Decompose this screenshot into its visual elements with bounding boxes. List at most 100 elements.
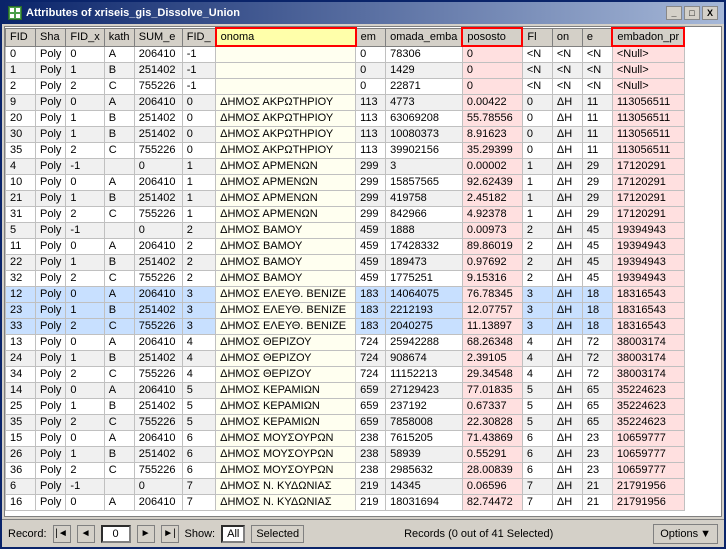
table-row[interactable]: 35Poly2C7552265ΔΗΜΟΣ ΚΕΡΑΜΙΩΝ65978580082… [6,414,685,430]
table-row[interactable]: 14Poly0A2064105ΔΗΜΟΣ ΚΕΡΑΜΙΩΝ65927129423… [6,382,685,398]
table-row[interactable]: 35Poly2C7552260ΔΗΜΟΣ ΑΚΡΩΤΗΡΙΟΥ113399021… [6,142,685,158]
table-row[interactable]: 33Poly2C7552263ΔΗΜΟΣ ΕΛΕΥΘ. ΒΕΝΙΖΕ183204… [6,318,685,334]
table-row[interactable]: 16Poly0A2064107ΔΗΜΟΣ Ν. ΚΥΔΩΝΙΑΣ21918031… [6,494,685,510]
table-cell: A [104,46,134,62]
table-cell: 3 [386,158,463,174]
table-row[interactable]: 2Poly2C755226-10228710<N<N<N<Null> [6,78,685,94]
col-header-embadon[interactable]: embadon_pr [612,28,684,46]
col-header-pososto[interactable]: pososto [462,28,522,46]
table-cell: A [104,286,134,302]
col-header-on[interactable]: on [552,28,582,46]
table-cell: 299 [356,174,386,190]
table-row[interactable]: 13Poly0A2064104ΔΗΜΟΣ ΘΕΡΙΖΟΥ724259422886… [6,334,685,350]
show-all-button[interactable]: All [221,525,245,543]
table-cell: 755226 [134,142,182,158]
table-row[interactable]: 12Poly0A2064103ΔΗΜΟΣ ΕΛΕΥΘ. ΒΕΝΙΖΕ183140… [6,286,685,302]
table-cell: A [104,382,134,398]
nav-last-button[interactable]: ►| [161,525,179,543]
close-button[interactable]: X [702,6,718,20]
table-cell: 58939 [386,446,463,462]
table-cell: 755226 [134,78,182,94]
table-cell: <N [552,62,582,78]
table-cell: 23 [582,462,612,478]
table-row[interactable]: 5Poly-102ΔΗΜΟΣ ΒΑΜΟΥ45918880.009732ΔΗ451… [6,222,685,238]
col-header-fid[interactable]: FID [6,28,36,46]
col-header-fid-under[interactable]: FID_ [182,28,215,46]
table-row[interactable]: 1Poly1B251402-1014290<N<N<N<Null> [6,62,685,78]
records-info: Records (0 out of 41 Selected) [310,528,647,540]
table-row[interactable]: 0Poly0A206410-10783060<N<N<N<Null> [6,46,685,62]
col-header-fidx[interactable]: FID_x [66,28,104,46]
table-cell: 1 [66,398,104,414]
table-cell: B [104,62,134,78]
table-cell: 206410 [134,382,182,398]
table-cell: 34 [6,366,36,382]
col-header-em[interactable]: em [356,28,386,46]
col-header-omada[interactable]: omada_emba [386,28,463,46]
table-cell: 1888 [386,222,463,238]
nav-prev-button[interactable]: ◄ [77,525,95,543]
table-cell: 659 [356,414,386,430]
table-row[interactable]: 10Poly0A2064101ΔΗΜΟΣ ΑΡΜΕΝΩΝ299158575659… [6,174,685,190]
table-cell: 92.62439 [462,174,522,190]
col-header-sume[interactable]: SUM_e [134,28,182,46]
table-row[interactable]: 22Poly1B2514022ΔΗΜΟΣ ΒΑΜΟΥ4591894730.976… [6,254,685,270]
col-header-fl[interactable]: Fl [522,28,552,46]
col-header-e[interactable]: e [582,28,612,46]
table-row[interactable]: 20Poly1B2514020ΔΗΜΟΣ ΑΚΡΩΤΗΡΙΟΥ113630692… [6,110,685,126]
table-cell: -1 [66,222,104,238]
table-cell: 1 [66,62,104,78]
table-cell: Poly [36,142,66,158]
col-header-kath[interactable]: kath [104,28,134,46]
col-header-onoma[interactable]: onoma [216,28,356,46]
table-cell: 0 [66,430,104,446]
table-cell: A [104,174,134,190]
table-cell: 113 [356,110,386,126]
table-row[interactable]: 6Poly-107ΔΗΜΟΣ Ν. ΚΥΔΩΝΙΑΣ219143450.0659… [6,478,685,494]
minimize-button[interactable]: _ [666,6,682,20]
table-cell: 15 [6,430,36,446]
table-cell: 5 [182,382,215,398]
table-cell: 45 [582,254,612,270]
table-cell: <Null> [612,62,684,78]
table-row[interactable]: 31Poly2C7552261ΔΗΜΟΣ ΑΡΜΕΝΩΝ2998429664.9… [6,206,685,222]
maximize-button[interactable]: □ [684,6,700,20]
table-cell: 0 [356,46,386,62]
options-button[interactable]: Options ▼ [653,524,718,544]
table-cell: 1 [522,190,552,206]
table-cell: 183 [356,302,386,318]
table-cell: 2 [66,142,104,158]
table-cell: 38003174 [612,350,684,366]
table-row[interactable]: 21Poly1B2514021ΔΗΜΟΣ ΑΡΜΕΝΩΝ2994197582.4… [6,190,685,206]
table-cell: 2 [66,270,104,286]
table-row[interactable]: 30Poly1B2514020ΔΗΜΟΣ ΑΚΡΩΤΗΡΙΟΥ113100803… [6,126,685,142]
nav-first-button[interactable]: |◄ [53,525,71,543]
nav-next-button[interactable]: ► [137,525,155,543]
table-row[interactable]: 34Poly2C7552264ΔΗΜΟΣ ΘΕΡΙΖΟΥ724111522132… [6,366,685,382]
table-cell: 659 [356,382,386,398]
table-cell: -1 [182,46,215,62]
table-cell: 4 [182,334,215,350]
table-row[interactable]: 9Poly0A2064100ΔΗΜΟΣ ΑΚΡΩΤΗΡΙΟΥ11347730.0… [6,94,685,110]
table-cell: 10080373 [386,126,463,142]
table-row[interactable]: 24Poly1B2514024ΔΗΜΟΣ ΘΕΡΙΖΟΥ7249086742.3… [6,350,685,366]
table-cell: 6 [182,462,215,478]
table-row[interactable]: 32Poly2C7552262ΔΗΜΟΣ ΒΑΜΟΥ45917752519.15… [6,270,685,286]
table-row[interactable]: 15Poly0A2064106ΔΗΜΟΣ ΜΟΥΣΟΥΡΩΝ2387615205… [6,430,685,446]
table-row[interactable]: 23Poly1B2514023ΔΗΜΟΣ ΕΛΕΥΘ. ΒΕΝΙΖΕ183221… [6,302,685,318]
table-cell: 0 [182,94,215,110]
table-cell: 219 [356,494,386,510]
table-row[interactable]: 25Poly1B2514025ΔΗΜΟΣ ΚΕΡΑΜΙΩΝ6592371920.… [6,398,685,414]
record-number-input[interactable] [101,525,131,543]
table-row[interactable]: 4Poly-101ΔΗΜΟΣ ΑΡΜΕΝΩΝ29930.000021ΔΗ2917… [6,158,685,174]
table-container[interactable]: FID Sha FID_x kath SUM_e FID_ onoma em o… [5,27,721,516]
table-row[interactable]: 36Poly2C7552266ΔΗΜΟΣ ΜΟΥΣΟΥΡΩΝ2382985632… [6,462,685,478]
table-row[interactable]: 26Poly1B2514026ΔΗΜΟΣ ΜΟΥΣΟΥΡΩΝ238589390.… [6,446,685,462]
table-cell: B [104,190,134,206]
table-cell: 1 [182,190,215,206]
col-header-shape[interactable]: Sha [36,28,66,46]
table-cell: 22871 [386,78,463,94]
options-label: Options [660,528,698,540]
show-selected-button[interactable]: Selected [251,525,304,543]
table-row[interactable]: 11Poly0A2064102ΔΗΜΟΣ ΒΑΜΟΥ4591742833289.… [6,238,685,254]
